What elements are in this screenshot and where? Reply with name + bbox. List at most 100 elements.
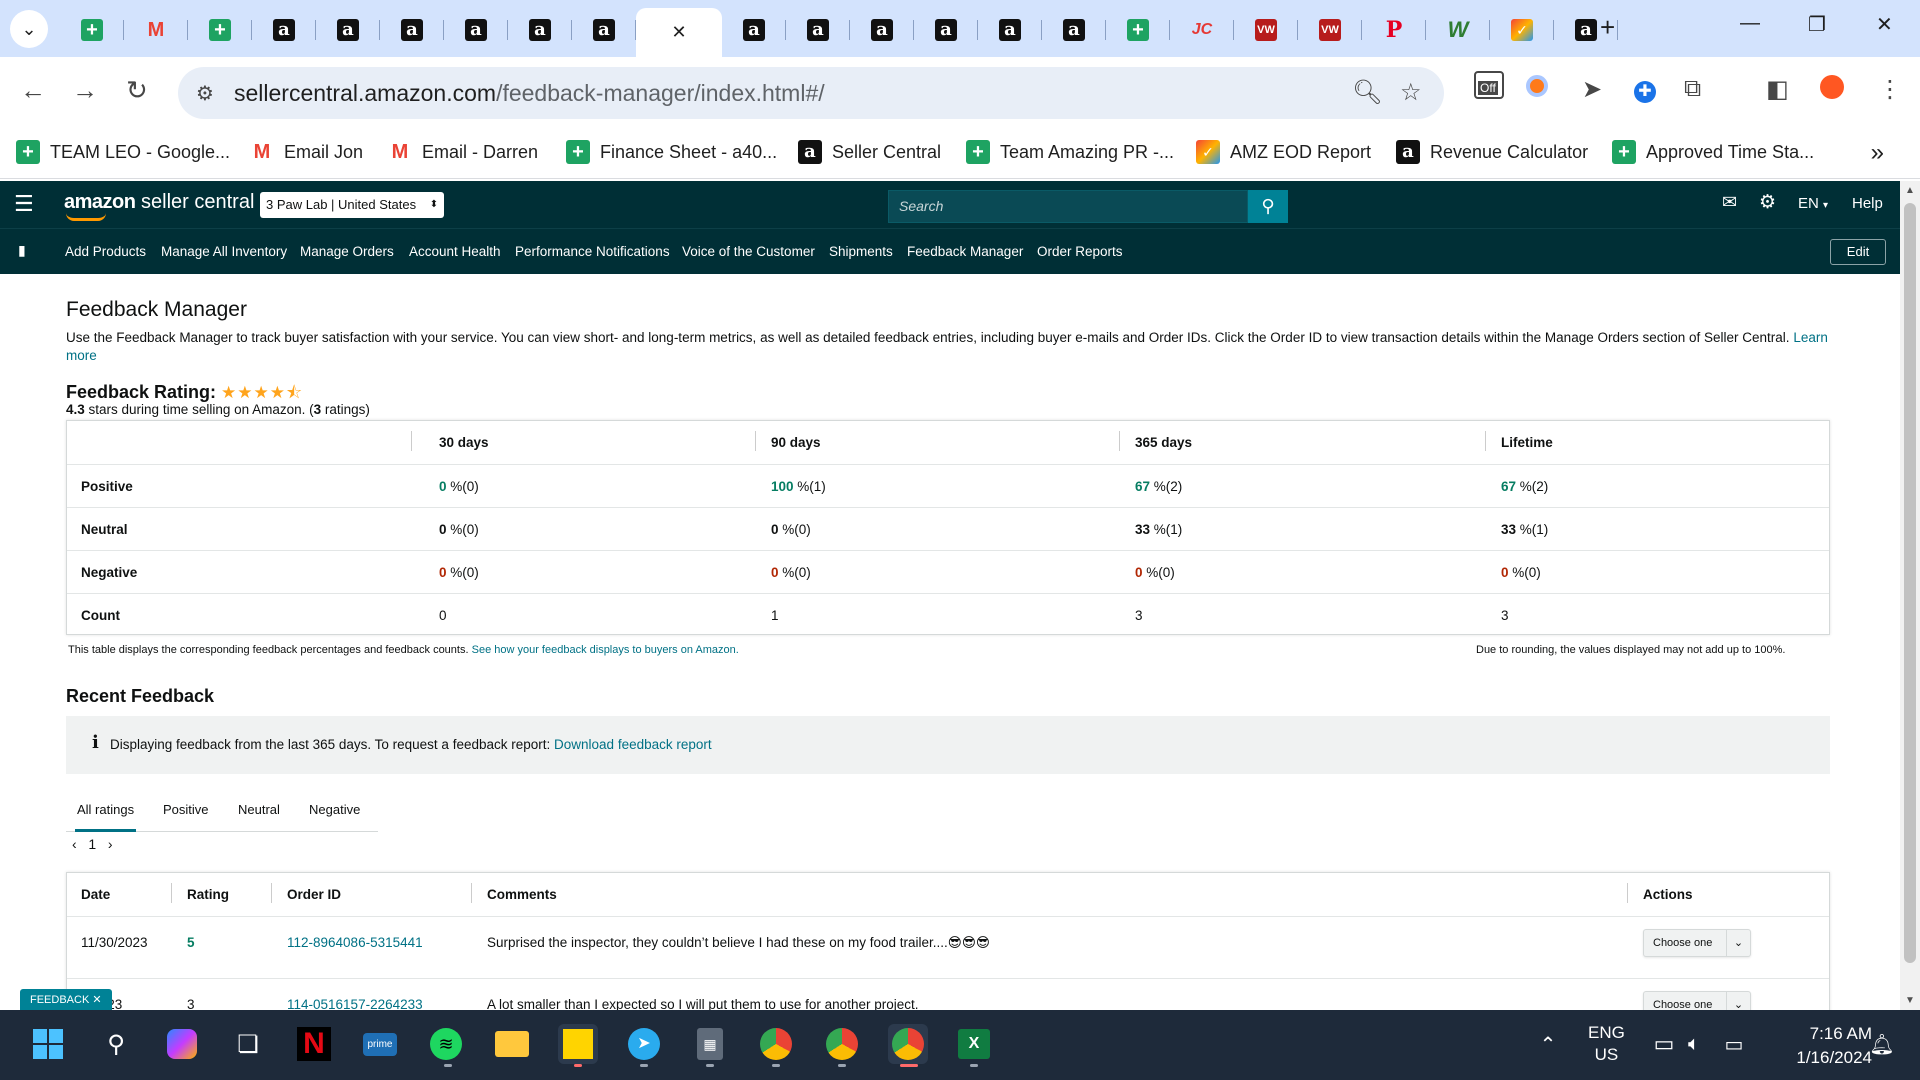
scroll-up-icon[interactable]: ▲ (1905, 185, 1915, 196)
profile-avatar[interactable] (1820, 75, 1844, 106)
browser-tab-active[interactable]: ✕ (636, 8, 722, 57)
prime-video-icon[interactable]: prime (360, 1024, 400, 1064)
browser-tab[interactable]: W (1426, 8, 1490, 52)
nav-voice-of-the-customer[interactable]: Voice of the Customer (682, 244, 815, 259)
search-input[interactable]: Search (888, 190, 1248, 223)
nav-feedback-manager[interactable]: Feedback Manager (907, 244, 1023, 259)
download-feedback-report-link[interactable]: Download feedback report (554, 737, 712, 752)
extension-off-icon[interactable]: Off (1474, 71, 1504, 106)
language-selector[interactable]: EN ▾ (1798, 195, 1828, 212)
nav-shipments[interactable]: Shipments (829, 244, 893, 259)
current-page[interactable]: 1 (88, 836, 96, 852)
chevron-left-icon[interactable]: ‹ (72, 836, 77, 852)
mail-icon[interactable]: ✉ (1722, 192, 1737, 213)
bookmarks-overflow-icon[interactable]: » (1871, 139, 1884, 167)
browser-tab[interactable]: VW (1234, 8, 1298, 52)
browser-tab[interactable]: a (444, 8, 508, 52)
nav-add-products[interactable]: Add Products (65, 244, 146, 259)
scroll-thumb[interactable] (1904, 203, 1916, 963)
chevron-up-icon[interactable]: ⌃ (1528, 1024, 1568, 1064)
site-info-icon[interactable]: ⚙ (196, 81, 214, 106)
browser-tab[interactable]: a (786, 8, 850, 52)
chrome-active-icon[interactable] (888, 1024, 928, 1064)
address-bar[interactable]: ⚙ sellercentral.amazon.com/feedback-mana… (178, 67, 1444, 119)
side-panel-icon[interactable]: ◧ (1766, 75, 1789, 104)
tab-search-button[interactable]: ⌄ (10, 10, 48, 48)
search-icon[interactable]: ⚲ (96, 1024, 136, 1064)
seller-central-logo[interactable]: amazon seller central (64, 191, 254, 221)
browser-tab[interactable]: a (850, 8, 914, 52)
more-menu-icon[interactable]: ⋮ (1878, 75, 1902, 104)
windows-start-icon[interactable] (28, 1024, 68, 1064)
scroll-down-icon[interactable]: ▼ (1905, 995, 1915, 1006)
browser-tab[interactable]: a (722, 8, 786, 52)
file-explorer-icon[interactable] (492, 1024, 532, 1064)
sticky-notes-icon[interactable] (558, 1024, 598, 1064)
url-text[interactable]: sellercentral.amazon.com/feedback-manage… (234, 80, 825, 107)
browser-tab[interactable]: + (188, 8, 252, 52)
browser-tab[interactable]: P (1362, 8, 1426, 52)
chevron-right-icon[interactable]: › (108, 836, 113, 852)
netflix-icon[interactable]: N (294, 1024, 334, 1064)
extension-arrow-icon[interactable]: ➤ (1582, 75, 1602, 104)
browser-tab[interactable]: + (1106, 8, 1170, 52)
restore-button[interactable]: ❐ (1808, 12, 1826, 37)
extension-blue-icon[interactable]: ✚ (1634, 75, 1656, 103)
browser-tab[interactable]: JC (1170, 8, 1234, 52)
bookmark-item[interactable]: a Revenue Calculator (1396, 140, 1588, 164)
browser-tab[interactable]: a (252, 8, 316, 52)
feedback-widget-button[interactable]: FEEDBACK ✕ (20, 989, 112, 1011)
action-dropdown[interactable]: Choose one ⌄ (1643, 991, 1751, 1012)
calculator-icon[interactable]: ▦ (690, 1024, 730, 1064)
tab-all-ratings[interactable]: All ratings (74, 802, 137, 832)
order-id-link[interactable]: 112-8964086-5315441 (287, 935, 423, 950)
bookmark-item[interactable]: + Finance Sheet - a40... (566, 140, 777, 164)
buyer-display-link[interactable]: See how your feedback displays to buyers… (472, 644, 739, 656)
language-indicator[interactable]: ENG US (1588, 1022, 1625, 1066)
gear-icon[interactable]: ⚙ (1759, 191, 1776, 214)
nav-manage-all-inventory[interactable]: Manage All Inventory (161, 244, 287, 259)
new-tab-button[interactable]: + (1600, 12, 1615, 43)
bookmark-item[interactable]: a Seller Central (798, 140, 941, 164)
chrome-icon[interactable] (756, 1024, 796, 1064)
task-view-icon[interactable]: ❏ (228, 1024, 268, 1064)
bookmark-flag-icon[interactable]: ▮ (18, 242, 26, 259)
bookmark-item[interactable]: ✓ AMZ EOD Report (1196, 140, 1371, 164)
tab-negative[interactable]: Negative (309, 802, 360, 817)
notification-bell-icon[interactable]: 🔔︎ (1862, 1024, 1902, 1064)
extension-orange-icon[interactable] (1526, 75, 1548, 104)
bookmark-item[interactable]: M Email - Darren (388, 140, 538, 164)
zoom-icon[interactable]: 🔍︎ (1352, 78, 1382, 107)
bookmark-item[interactable]: M Email Jon (250, 140, 363, 164)
close-window-button[interactable]: ✕ (1876, 12, 1893, 37)
browser-tab[interactable]: a (572, 8, 636, 52)
tab-neutral[interactable]: Neutral (238, 802, 280, 817)
battery-icon[interactable]: ▭ (1714, 1024, 1754, 1064)
nav-performance-notifications[interactable]: Performance Notifications (515, 244, 670, 259)
page-scrollbar[interactable]: ▲ ▼ (1900, 181, 1920, 1010)
nav-order-reports[interactable]: Order Reports (1037, 244, 1123, 259)
browser-tab[interactable]: a (914, 8, 978, 52)
hamburger-menu-icon[interactable]: ☰ (14, 191, 34, 217)
search-button[interactable]: ⚲ (1248, 190, 1288, 223)
tab-positive[interactable]: Positive (163, 802, 209, 817)
browser-tab[interactable]: a (380, 8, 444, 52)
edit-nav-button[interactable]: Edit (1830, 239, 1886, 265)
close-icon[interactable]: ✕ (671, 22, 686, 43)
back-button[interactable]: ← (20, 75, 46, 106)
browser-tab[interactable]: a (508, 8, 572, 52)
minimize-button[interactable]: — (1740, 12, 1760, 35)
browser-tab[interactable]: VW (1298, 8, 1362, 52)
browser-tab[interactable]: M (124, 8, 188, 52)
action-dropdown[interactable]: Choose one ⌄ (1643, 929, 1751, 957)
nav-manage-orders[interactable]: Manage Orders (300, 244, 394, 259)
nav-account-health[interactable]: Account Health (409, 244, 501, 259)
system-clock[interactable]: 7:16 AM 1/16/2024 (1762, 1022, 1872, 1070)
chrome-profile-icon[interactable] (822, 1024, 862, 1064)
bookmark-star-icon[interactable]: ☆ (1400, 78, 1422, 107)
extensions-puzzle-icon[interactable]: ⧉ (1684, 75, 1701, 103)
telegram-icon[interactable]: ➤ (624, 1024, 664, 1064)
bookmark-item[interactable]: + Approved Time Sta... (1612, 140, 1814, 164)
browser-tab[interactable]: a (978, 8, 1042, 52)
volume-icon[interactable]: 🔈︎ (1674, 1024, 1714, 1064)
